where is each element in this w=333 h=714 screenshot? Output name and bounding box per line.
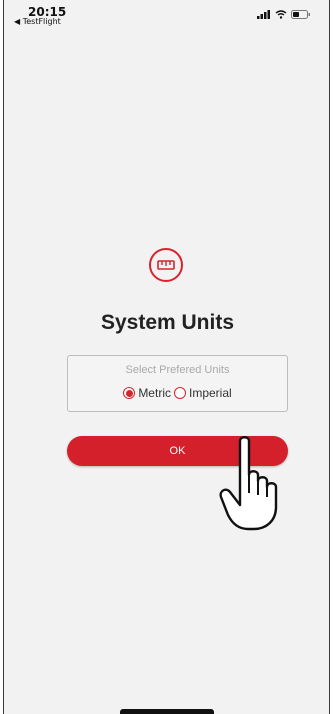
units-icon-badge — [149, 248, 183, 282]
status-icons — [257, 10, 311, 19]
back-to-testflight-link[interactable]: ◀ TestFlight — [14, 17, 61, 26]
units-selector-box: Select Prefered Units Metric Imperial — [67, 355, 288, 412]
radio-option-imperial[interactable]: Imperial — [173, 386, 232, 400]
metric-label: Metric — [138, 386, 171, 400]
home-indicator[interactable] — [120, 709, 214, 714]
signal-icon — [257, 10, 270, 19]
phone-screen: 20:15 ◀ TestFlight System Units Select P… — [3, 0, 330, 714]
wifi-icon — [275, 10, 287, 19]
hand-pointer-icon — [219, 436, 278, 531]
units-caption: Select Prefered Units — [125, 364, 230, 376]
imperial-label: Imperial — [188, 386, 232, 400]
radio-option-metric[interactable]: Metric — [123, 386, 171, 400]
radio-selected-dot — [125, 389, 133, 397]
metric-radio[interactable] — [123, 387, 136, 399]
units-radio-group: Metric Imperial — [68, 386, 287, 400]
battery-icon — [291, 10, 310, 19]
ruler-icon — [157, 260, 175, 270]
status-bar: 20:15 ◀ TestFlight — [4, 0, 329, 26]
page-title: System Units — [100, 311, 235, 334]
imperial-radio[interactable] — [173, 387, 186, 399]
